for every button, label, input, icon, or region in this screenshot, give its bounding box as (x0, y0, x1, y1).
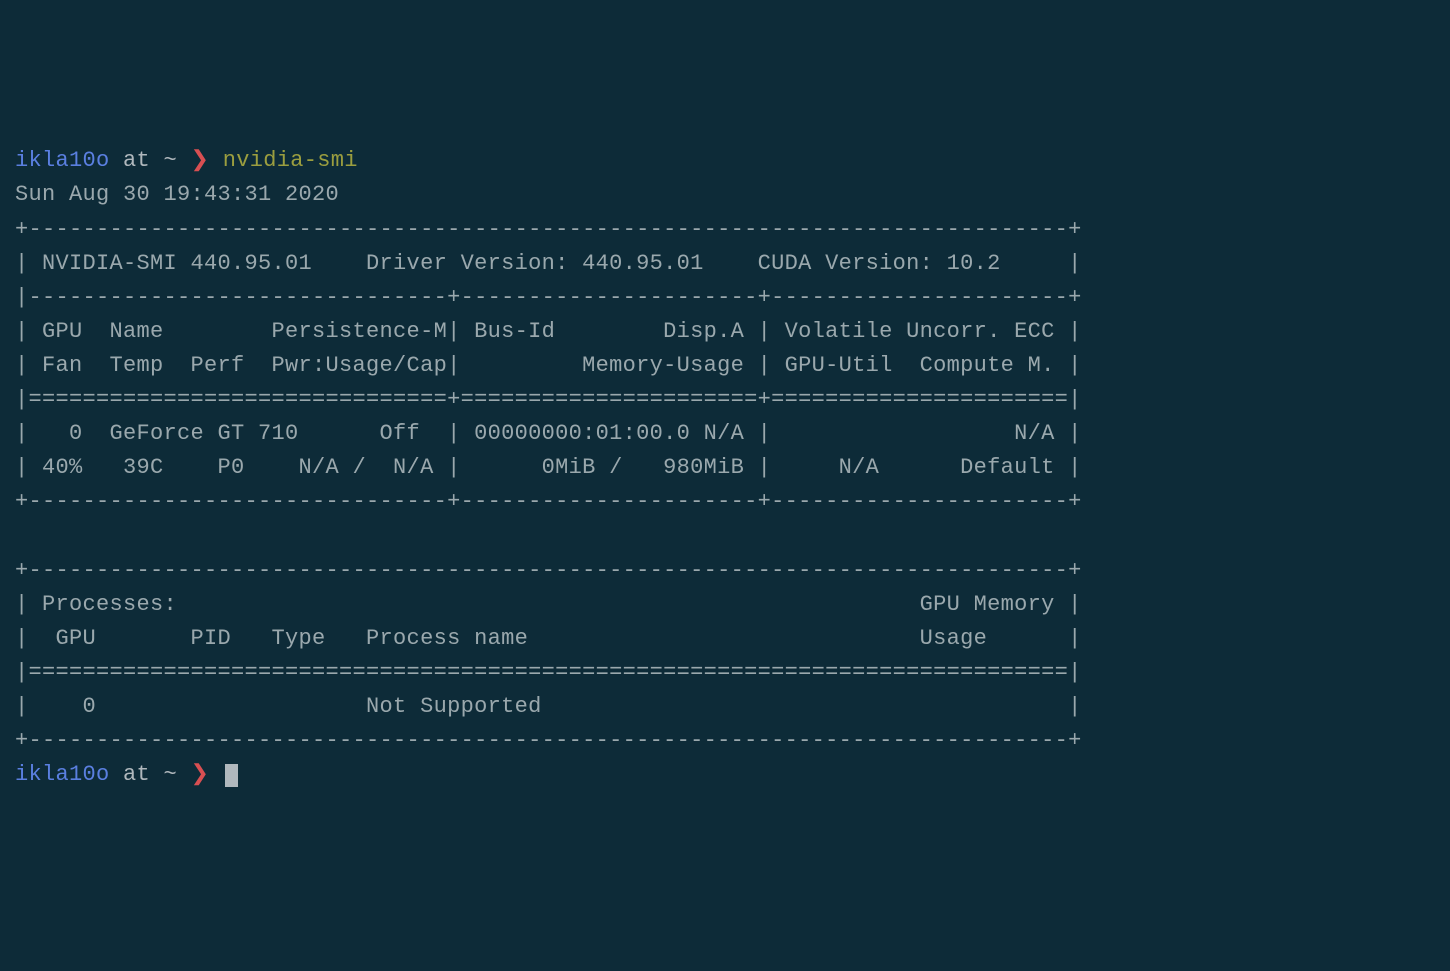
prompt-char: ❯ (191, 148, 210, 173)
output-line: +---------------------------------------… (15, 724, 1435, 758)
output-line: | GPU PID Type Process name Usage | (15, 622, 1435, 656)
output-line: +---------------------------------------… (15, 554, 1435, 588)
output-line: | 0 Not Supported | (15, 690, 1435, 724)
output-line: | Fan Temp Perf Pwr:Usage/Cap| Memory-Us… (15, 349, 1435, 383)
output-line: | 40% 39C P0 N/A / N/A | 0MiB / 980MiB |… (15, 451, 1435, 485)
prompt-user: ikla10o (15, 148, 110, 173)
cursor (225, 764, 238, 787)
output-line: +-------------------------------+-------… (15, 485, 1435, 519)
command-text: nvidia-smi (209, 148, 358, 173)
output-line: |===============================+=======… (15, 383, 1435, 417)
prompt-path: at ~ (110, 762, 191, 787)
output-timestamp: Sun Aug 30 19:43:31 2020 (15, 178, 1435, 212)
output-line: +---------------------------------------… (15, 213, 1435, 247)
output-line: |=======================================… (15, 656, 1435, 690)
prompt-char: ❯ (191, 762, 210, 787)
output-line: | NVIDIA-SMI 440.95.01 Driver Version: 4… (15, 247, 1435, 281)
output-line: | Processes: GPU Memory | (15, 588, 1435, 622)
output-line: | GPU Name Persistence-M| Bus-Id Disp.A … (15, 315, 1435, 349)
output-line: | 0 GeForce GT 710 Off | 00000000:01:00.… (15, 417, 1435, 451)
prompt-path: at ~ (110, 148, 191, 173)
prompt-line[interactable]: ikla10o at ~ ❯ (15, 758, 1435, 792)
prompt-user: ikla10o (15, 762, 110, 787)
terminal-content[interactable]: ikla10o at ~ ❯ nvidia-smiSun Aug 30 19:4… (15, 144, 1435, 792)
prompt-line: ikla10o at ~ ❯ nvidia-smi (15, 144, 1435, 178)
output-line: |-------------------------------+-------… (15, 281, 1435, 315)
output-line (15, 519, 1435, 553)
